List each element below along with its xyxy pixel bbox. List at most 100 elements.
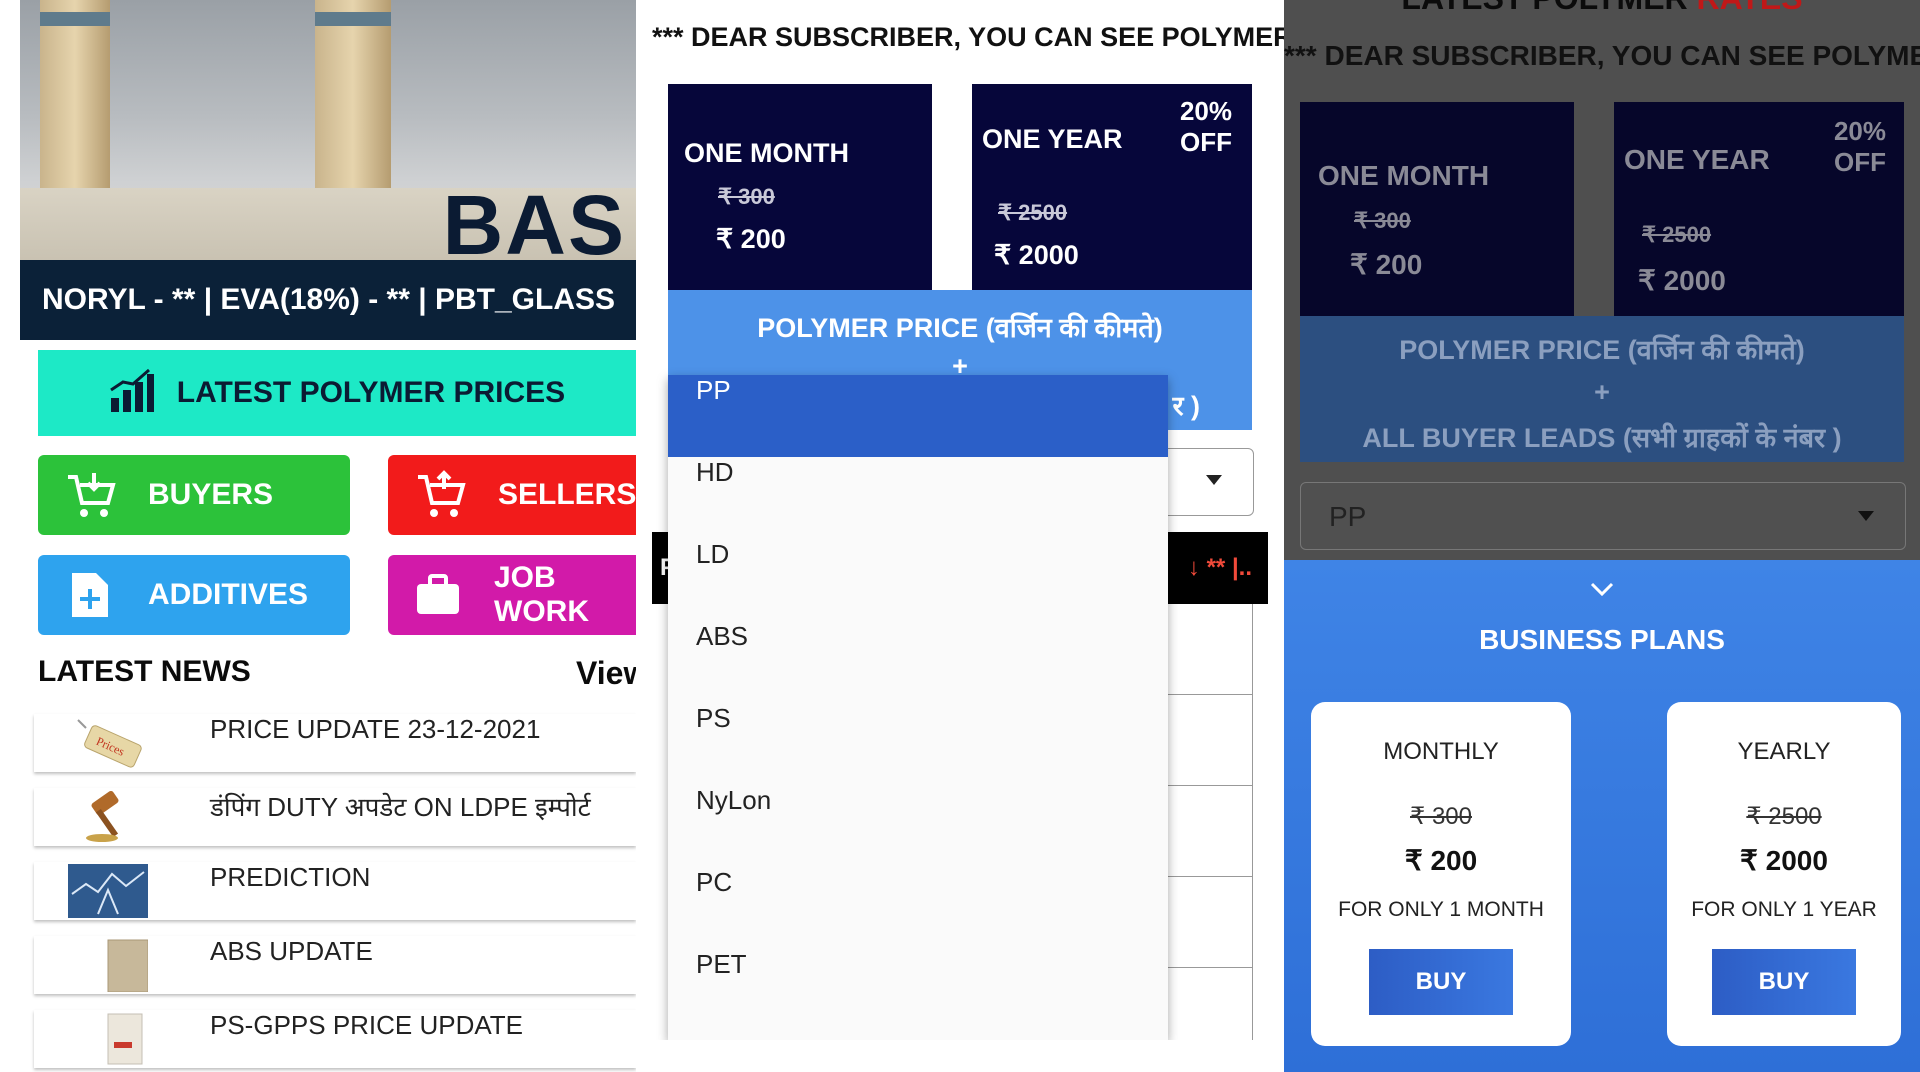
plan-name: ONE MONTH bbox=[1318, 160, 1490, 191]
plan-price: ₹ 200 bbox=[1350, 249, 1423, 280]
cart-download-icon bbox=[60, 465, 120, 525]
news-title: PREDICTION bbox=[210, 862, 371, 892]
polymer-select: PP bbox=[1300, 482, 1906, 550]
polymer-price-title: POLYMER PRICE (वर्जिन की कीमते) bbox=[1399, 335, 1805, 365]
title-red: RATES bbox=[1697, 0, 1803, 16]
news-item[interactable]: ABS UPDATE bbox=[34, 936, 636, 994]
news-item[interactable]: PREDICTION bbox=[34, 862, 636, 920]
discount-percent: 20% bbox=[1179, 96, 1232, 126]
card-duration: FOR ONLY 1 YEAR bbox=[1691, 898, 1877, 921]
bag-icon bbox=[68, 938, 149, 993]
additives-label: ADDITIVES bbox=[148, 578, 309, 611]
news-item[interactable]: Prices PRICE UPDATE 23-12-2021 bbox=[34, 714, 636, 772]
discount-badge: 20% OFF bbox=[1180, 96, 1232, 158]
news-item[interactable]: डंपिंग DUTY अपडेट ON LDPE इम्पोर्ट bbox=[34, 788, 636, 846]
business-plans-title: BUSINESS PLANS bbox=[1479, 624, 1725, 655]
building: BAS bbox=[20, 178, 636, 260]
buy-button[interactable]: BUY bbox=[1712, 949, 1856, 1015]
news-title: डंपिंग DUTY अपडेट ON LDPE इम्पोर्ट bbox=[210, 792, 591, 822]
one-month-plan[interactable]: ONE MONTH ₹ 300 ₹ 200 bbox=[668, 84, 932, 294]
sellers-label: SELLERS bbox=[498, 478, 636, 511]
chevron-down-icon[interactable] bbox=[1590, 582, 1614, 601]
chart-thumbnail-icon bbox=[68, 864, 148, 918]
card-duration: FOR ONLY 1 MONTH bbox=[1338, 898, 1544, 921]
card-old-price: ₹ 2500 bbox=[1746, 803, 1822, 830]
plan-select-screen: *** DEAR SUBSCRIBER, YOU CAN SEE POLYMER… bbox=[636, 0, 1284, 1072]
plan-price: ₹ 2000 bbox=[994, 240, 1079, 270]
polymer-price-title: POLYMER PRICE (वर्जिन की कीमते) bbox=[757, 313, 1163, 343]
news-title: ABS UPDATE bbox=[210, 936, 373, 966]
plan-old-price: ₹ 2500 bbox=[998, 200, 1068, 225]
one-year-plan[interactable]: ONE YEAR 20% OFF ₹ 2500 ₹ 2000 bbox=[972, 84, 1252, 294]
dropdown-option[interactable]: PS bbox=[668, 703, 1168, 785]
dropdown-option[interactable]: PET bbox=[668, 949, 1168, 1031]
page-title: LATEST POLYMER RATES bbox=[1284, 0, 1920, 17]
briefcase-icon bbox=[410, 565, 466, 625]
cart-upload-icon bbox=[410, 465, 470, 525]
latest-news-heading: LATEST NEWS bbox=[38, 655, 251, 688]
sack-icon bbox=[68, 1012, 148, 1066]
news-title: PRICE UPDATE 23-12-2021 bbox=[210, 714, 541, 744]
job-work-button[interactable]: JOB WORK bbox=[388, 555, 636, 635]
card-price: ₹ 200 bbox=[1404, 845, 1478, 876]
gavel-icon bbox=[68, 790, 148, 844]
plan-name: ONE YEAR bbox=[1624, 144, 1770, 175]
buyer-leads-title: ALL BUYER LEADS (सभी ग्राहकों के नंबर ) bbox=[1362, 423, 1842, 453]
discount-percent: 20% bbox=[1833, 116, 1886, 146]
banner-tail-text: र ) bbox=[1172, 391, 1200, 421]
dropdown-option[interactable]: PC bbox=[668, 867, 1168, 949]
one-month-plan: ONE MONTH ₹ 300 ₹ 200 bbox=[1300, 102, 1574, 316]
dropdown-option[interactable]: HD bbox=[668, 457, 1168, 539]
dropdown-option[interactable]: PP bbox=[668, 375, 1168, 457]
business-plans-screen: LATEST POLYMER RATES *** DEAR SUBSCRIBER… bbox=[1284, 0, 1920, 1072]
polymer-dropdown-menu: PP HD LD ABS PS NyLon PC PET bbox=[668, 375, 1168, 1040]
plan-old-price: ₹ 2500 bbox=[1642, 222, 1712, 247]
subscriber-notice: *** DEAR SUBSCRIBER, YOU CAN SEE POLYMER bbox=[1284, 40, 1920, 71]
plan-name: ONE YEAR bbox=[982, 124, 1123, 154]
caret-down-icon bbox=[1205, 473, 1223, 491]
subscriber-notice: *** DEAR SUBSCRIBER, YOU CAN SEE POLYMER… bbox=[652, 22, 1284, 52]
latest-polymer-prices-button[interactable]: LATEST POLYMER PRICES bbox=[38, 350, 636, 436]
title-dark: LATEST POLYMER bbox=[1401, 0, 1687, 16]
news-item[interactable]: PS-GPPS PRICE UPDATE bbox=[34, 1010, 636, 1068]
plan-price: ₹ 2000 bbox=[1638, 265, 1726, 296]
card-plan-name: MONTHLY bbox=[1383, 738, 1499, 765]
job-work-label: JOB WORK bbox=[494, 561, 589, 628]
dimmed-overlay: LATEST POLYMER RATES *** DEAR SUBSCRIBER… bbox=[1284, 0, 1920, 560]
monthly-plan-card: MONTHLY ₹ 300 ₹ 200 FOR ONLY 1 MONTH BUY bbox=[1311, 702, 1571, 1046]
card-plan-name: YEARLY bbox=[1737, 738, 1831, 765]
card-price: ₹ 2000 bbox=[1740, 845, 1828, 876]
latest-polymer-prices-label: LATEST POLYMER PRICES bbox=[176, 376, 566, 409]
discount-off: OFF bbox=[1180, 127, 1232, 157]
buy-button[interactable]: BUY bbox=[1369, 949, 1513, 1015]
news-title: PS-GPPS PRICE UPDATE bbox=[210, 1010, 524, 1040]
discount-badge: 20% OFF bbox=[1834, 116, 1886, 178]
chimney-left bbox=[40, 0, 110, 200]
sellers-button[interactable]: SELLERS bbox=[388, 455, 636, 535]
file-plus-icon bbox=[60, 565, 120, 625]
plan-old-price: ₹ 300 bbox=[718, 184, 775, 209]
bar-chart-icon bbox=[109, 368, 155, 419]
polymer-price-banner: POLYMER PRICE (वर्जिन की कीमते) + ALL BU… bbox=[1300, 316, 1904, 462]
price-ticker: NORYL - ** | EVA(18%) - ** | PBT_GLASS bbox=[20, 260, 636, 340]
yearly-plan-card: YEARLY ₹ 2500 ₹ 2000 FOR ONLY 1 YEAR BUY bbox=[1667, 702, 1901, 1046]
strip-right-text: ↓ ** |.. bbox=[1187, 554, 1252, 581]
dropdown-option[interactable]: ABS bbox=[668, 621, 1168, 703]
home-screen: BAS NORYL - ** | EVA(18%) - ** | PBT_GLA… bbox=[0, 0, 636, 1072]
plan-name: ONE MONTH bbox=[684, 138, 849, 168]
view-all-link[interactable]: View bbox=[576, 655, 636, 692]
dropdown-option[interactable]: LD bbox=[668, 539, 1168, 621]
chimney-right bbox=[315, 0, 391, 200]
card-old-price: ₹ 300 bbox=[1410, 803, 1472, 830]
one-year-plan: ONE YEAR 20% OFF ₹ 2500 ₹ 2000 bbox=[1614, 102, 1904, 316]
buyers-button[interactable]: BUYERS bbox=[38, 455, 350, 535]
plus-sign: + bbox=[1594, 377, 1610, 407]
plan-price: ₹ 200 bbox=[716, 224, 786, 254]
discount-off: OFF bbox=[1834, 147, 1886, 177]
building-logo: BAS bbox=[442, 178, 626, 260]
dropdown-option[interactable]: NyLon bbox=[668, 785, 1168, 867]
caret-down-icon bbox=[1857, 509, 1875, 527]
select-value: PP bbox=[1329, 501, 1367, 532]
additives-button[interactable]: ADDITIVES bbox=[38, 555, 350, 635]
hero-banner-image: BAS bbox=[20, 0, 636, 260]
